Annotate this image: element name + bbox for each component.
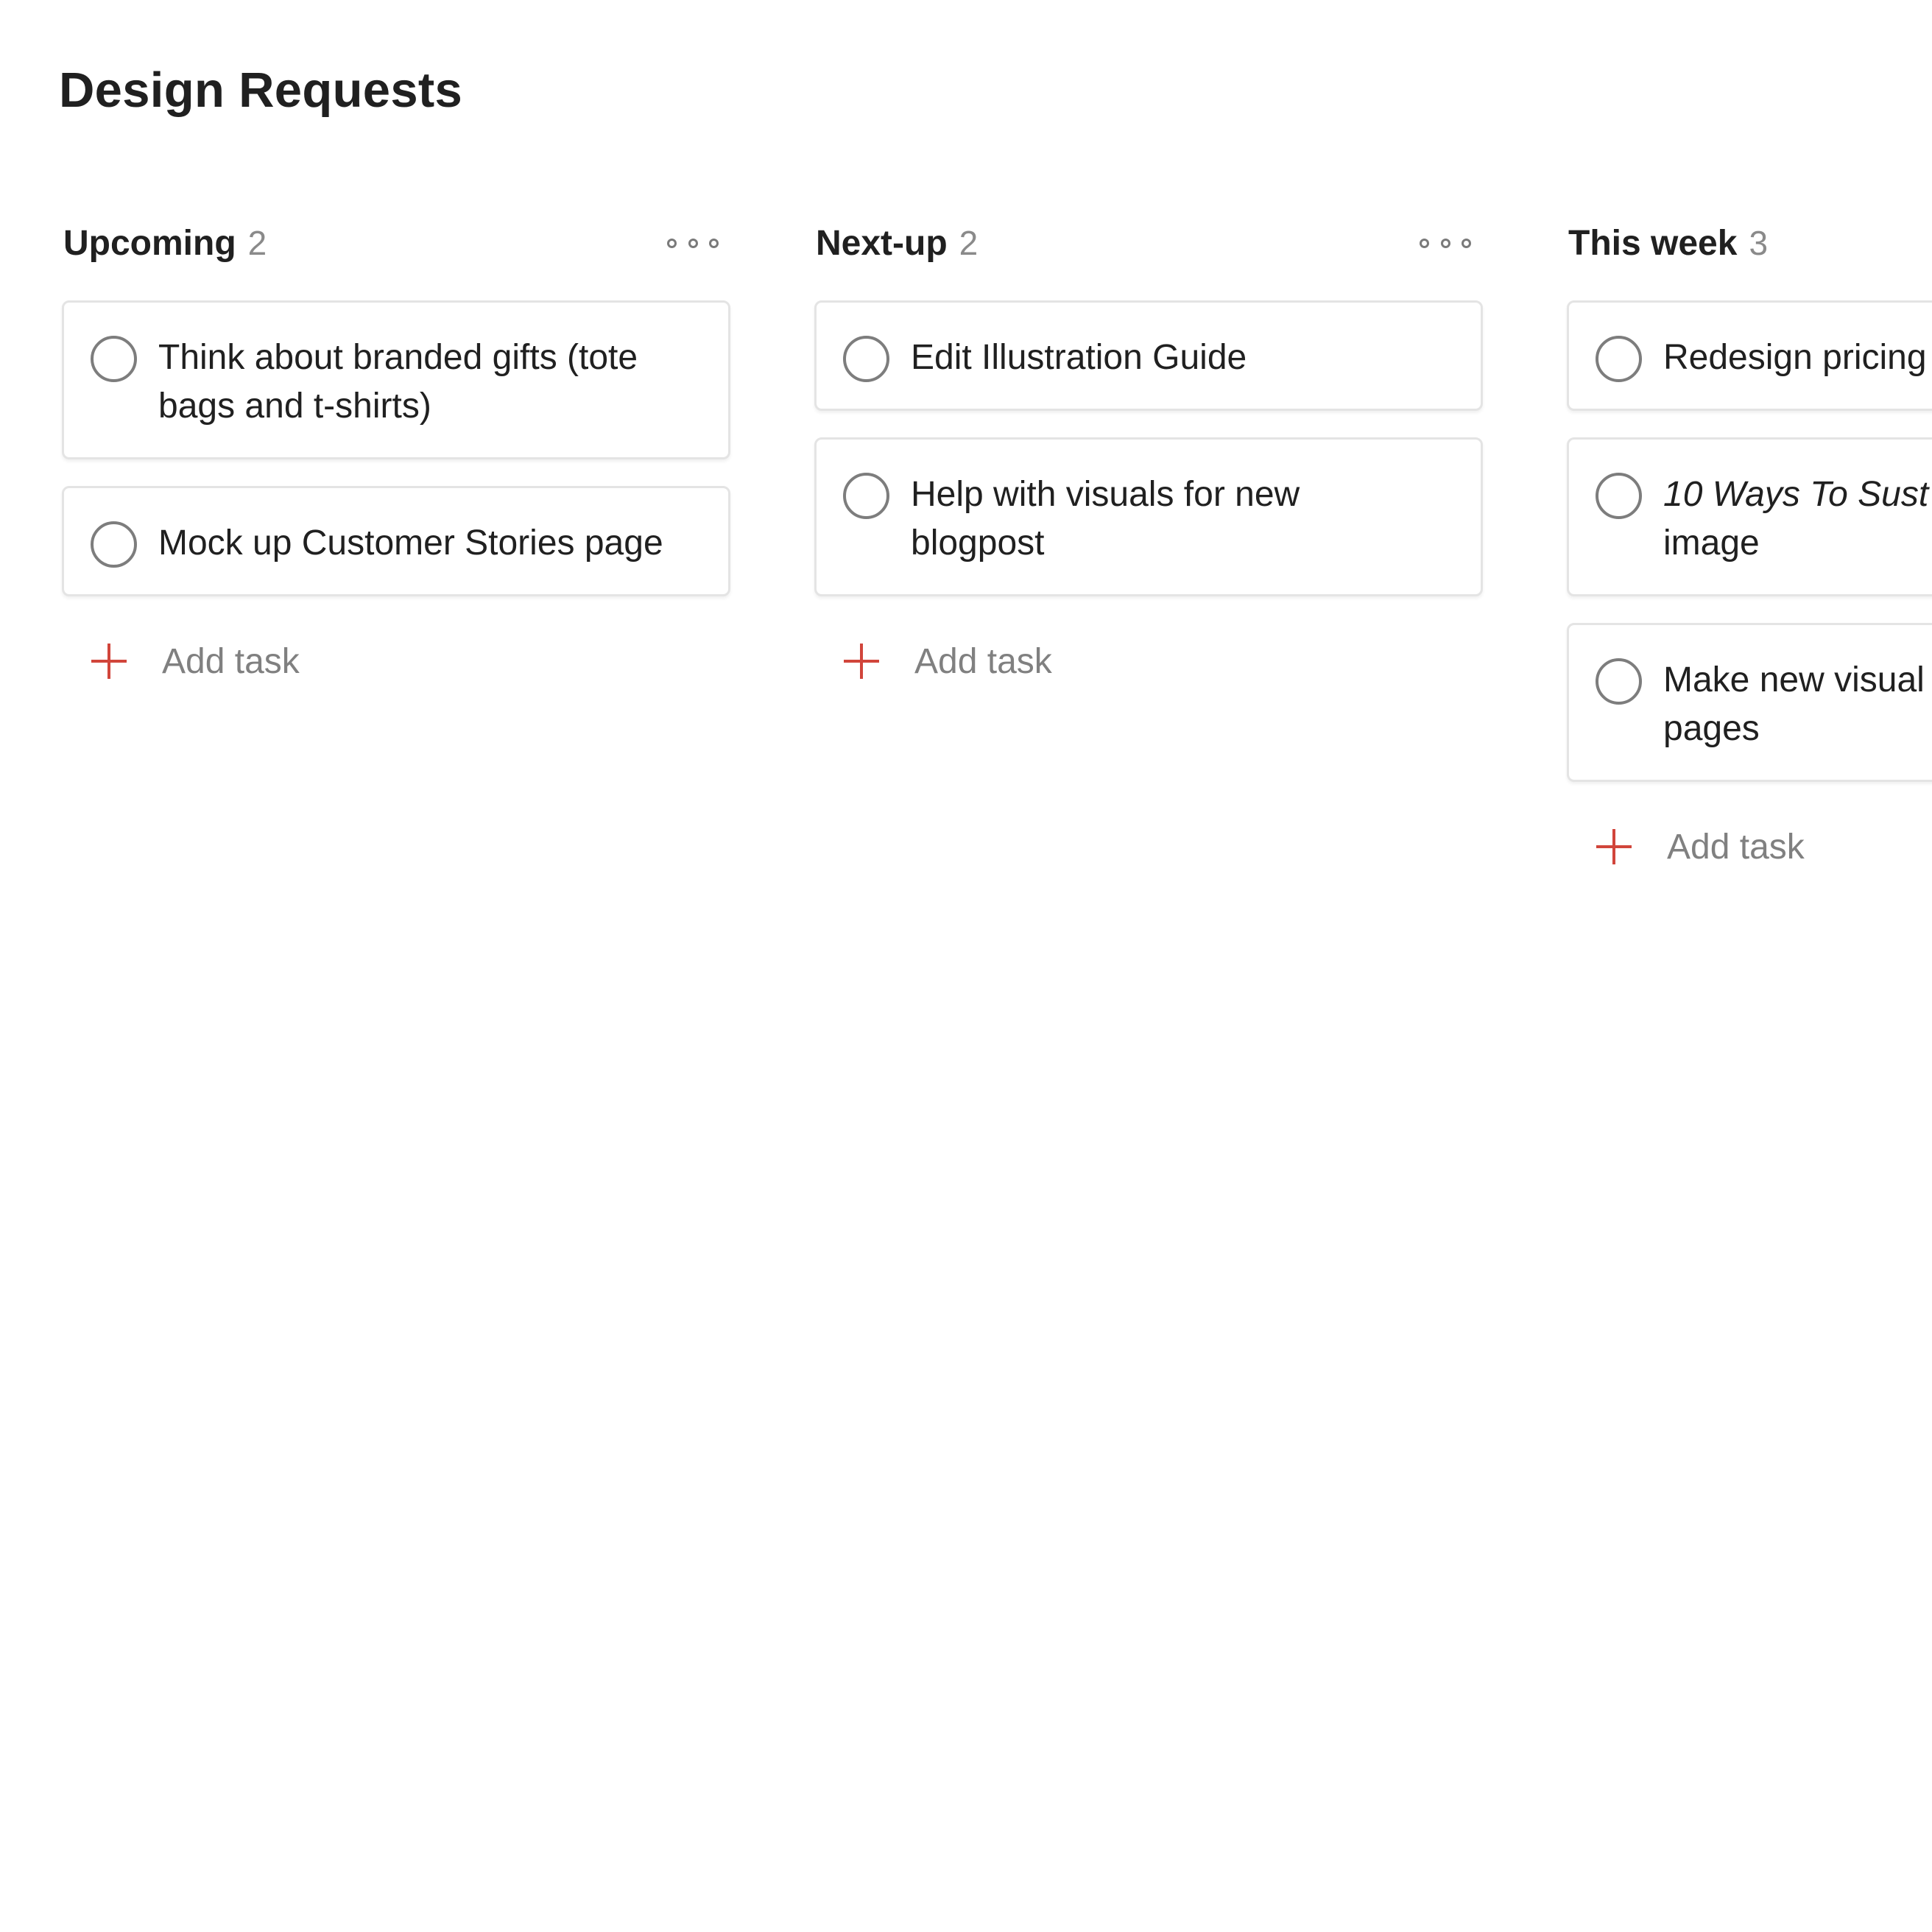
task-card[interactable]: Redesign pricing bbox=[1567, 300, 1932, 411]
plus-icon bbox=[91, 644, 127, 679]
task-card[interactable]: Make new visual pages bbox=[1567, 623, 1932, 782]
more-dot bbox=[667, 238, 677, 248]
more-dot bbox=[709, 238, 719, 248]
add-task-label: Add task bbox=[162, 641, 300, 681]
task-title: 10 Ways To Sust image bbox=[1663, 470, 1932, 568]
task-list: Edit Illustration Guide Help with visual… bbox=[814, 300, 1484, 596]
more-dot bbox=[688, 238, 698, 248]
more-dot bbox=[1440, 238, 1450, 248]
more-dot bbox=[1420, 238, 1429, 248]
task-checkbox[interactable] bbox=[1596, 473, 1642, 519]
column-title: Next-up bbox=[816, 223, 948, 263]
task-checkbox[interactable] bbox=[843, 473, 889, 519]
column-title: Upcoming bbox=[63, 223, 236, 263]
task-title: Make new visual pages bbox=[1663, 660, 1925, 748]
add-task-button[interactable]: Add task bbox=[814, 632, 1484, 691]
column-header: Next-up 2 bbox=[814, 214, 1484, 272]
task-card[interactable]: Help with visuals for new blogpost bbox=[814, 437, 1483, 596]
task-title-italic: 10 Ways To Sust bbox=[1663, 475, 1929, 514]
page-title: Design Requests bbox=[59, 63, 463, 118]
add-task-button[interactable]: Add task bbox=[1567, 817, 1932, 876]
column-count: 3 bbox=[1749, 224, 1769, 262]
board-column-next-up: Next-up 2 Edit Illustration Guide Help w… bbox=[814, 214, 1484, 691]
task-list: Redesign pricing 10 Ways To Sust image M… bbox=[1567, 300, 1932, 782]
task-checkbox[interactable] bbox=[1596, 658, 1642, 705]
plus-icon bbox=[1596, 829, 1632, 864]
column-header: Upcoming 2 bbox=[62, 214, 732, 272]
task-list: Think about branded gifts (tote bags and… bbox=[62, 300, 732, 596]
column-count: 2 bbox=[247, 224, 267, 262]
task-card[interactable]: 10 Ways To Sust image bbox=[1567, 437, 1932, 596]
task-checkbox[interactable] bbox=[91, 521, 137, 568]
task-card[interactable]: Edit Illustration Guide bbox=[814, 300, 1483, 411]
more-horizontal-icon[interactable] bbox=[1420, 228, 1471, 258]
board-column-this-week: This week 3 Redesign pricing 10 Ways To … bbox=[1567, 214, 1932, 876]
task-title-rest: image bbox=[1663, 523, 1760, 563]
column-title: This week bbox=[1568, 223, 1738, 263]
more-horizontal-icon[interactable] bbox=[667, 228, 719, 258]
task-card[interactable]: Mock up Customer Stories page bbox=[62, 486, 730, 596]
task-title: Mock up Customer Stories page bbox=[158, 523, 663, 563]
task-checkbox[interactable] bbox=[843, 336, 889, 382]
task-checkbox[interactable] bbox=[1596, 336, 1642, 382]
column-header: This week 3 bbox=[1567, 214, 1932, 272]
task-title: Help with visuals for new blogpost bbox=[911, 475, 1300, 563]
more-dot bbox=[1462, 238, 1471, 248]
task-checkbox[interactable] bbox=[91, 336, 137, 382]
column-count: 2 bbox=[959, 224, 979, 262]
task-title: Think about branded gifts (tote bags and… bbox=[158, 338, 638, 426]
task-card[interactable]: Think about branded gifts (tote bags and… bbox=[62, 300, 730, 459]
task-title: Redesign pricing bbox=[1663, 338, 1927, 377]
add-task-label: Add task bbox=[1667, 827, 1805, 867]
add-task-label: Add task bbox=[914, 641, 1052, 681]
plus-icon bbox=[844, 644, 879, 679]
task-title: Edit Illustration Guide bbox=[911, 338, 1247, 377]
board-column-upcoming: Upcoming 2 Think about branded gifts (to… bbox=[62, 214, 732, 691]
board-page: Design Requests Upcoming 2 Think about b… bbox=[0, 0, 1932, 1932]
add-task-button[interactable]: Add task bbox=[62, 632, 732, 691]
